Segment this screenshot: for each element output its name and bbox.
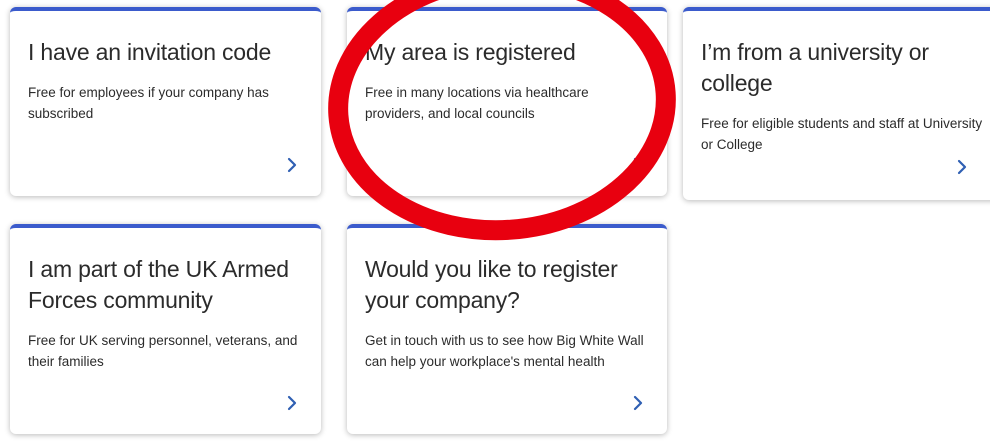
card-title: I’m from a university or college bbox=[701, 39, 929, 96]
card-register-company[interactable]: Would you like to register your company?… bbox=[347, 224, 667, 434]
card-description: Free in many locations via healthcare pr… bbox=[365, 85, 589, 121]
card-area-registered[interactable]: My area is registered Free in many locat… bbox=[347, 7, 667, 196]
card-description: Free for employees if your company has s… bbox=[28, 85, 269, 121]
card-title: I am part of the UK Armed Forces communi… bbox=[28, 256, 289, 313]
chevron-right-icon[interactable] bbox=[629, 156, 647, 174]
card-title: Would you like to register your company? bbox=[365, 256, 618, 313]
card-description: Free for UK serving personnel, veterans,… bbox=[28, 333, 298, 369]
chevron-right-icon[interactable] bbox=[283, 156, 301, 174]
card-invitation-code[interactable]: I have an invitation code Free for emplo… bbox=[10, 7, 321, 196]
chevron-right-icon[interactable] bbox=[953, 158, 971, 176]
card-description: Free for eligible students and staff at … bbox=[701, 116, 983, 152]
card-title: My area is registered bbox=[365, 39, 576, 65]
card-title: I have an invitation code bbox=[28, 39, 272, 65]
card-armed-forces[interactable]: I am part of the UK Armed Forces communi… bbox=[10, 224, 321, 434]
chevron-right-icon[interactable] bbox=[283, 394, 301, 412]
chevron-right-icon[interactable] bbox=[629, 394, 647, 412]
card-university-college[interactable]: I’m from a university or college Free fo… bbox=[683, 7, 990, 200]
card-description: Get in touch with us to see how Big Whit… bbox=[365, 333, 644, 369]
